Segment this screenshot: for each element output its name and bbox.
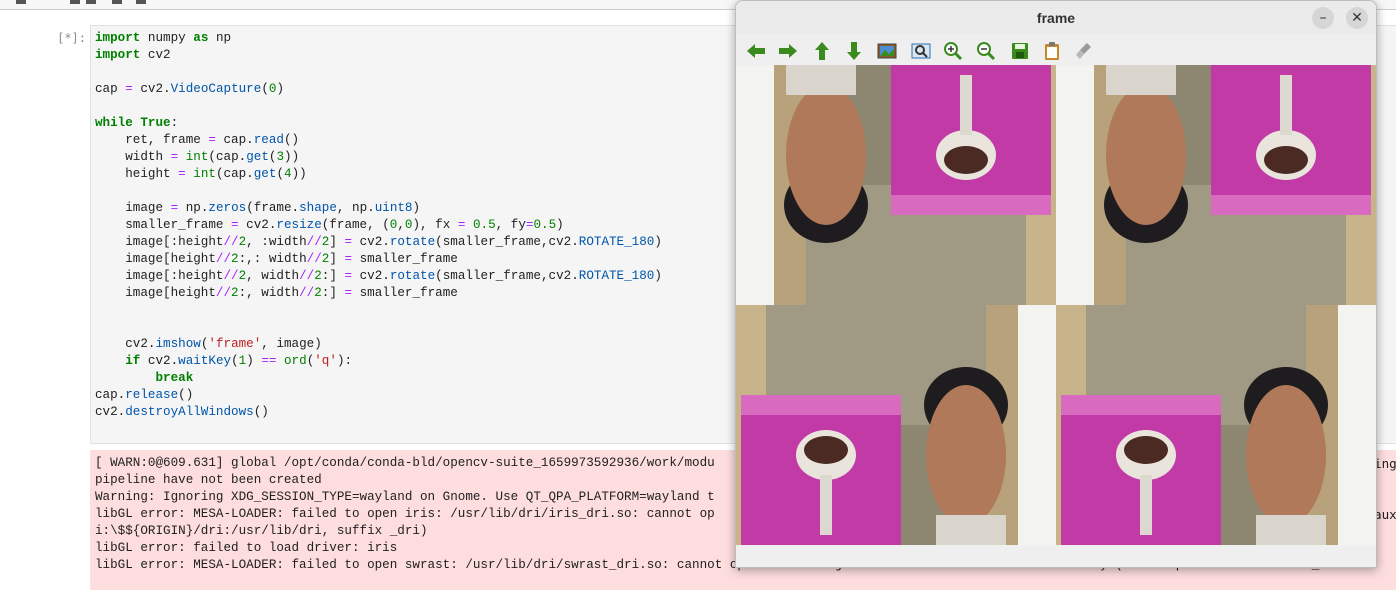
output-line: libGL error: failed to load driver: iris [95,541,398,555]
window-titlebar[interactable]: frame – ✕ [736,1,1376,35]
toolbar-icon[interactable] [112,0,122,4]
frame-image[interactable] [736,65,1376,545]
frame-quadrant-bottom-left [736,305,1056,545]
webcam-frame [1056,305,1376,545]
output-line: [ WARN:0@609.631] global /opt/conda/cond… [95,456,715,470]
window-toolbar [736,35,1376,65]
code-line: if cv2.waitKey(1) == ord('q'): [125,354,353,368]
frame-quadrant-top-left [736,65,1056,305]
cell-prompt: [*]: [57,31,86,45]
code-line: smaller_frame = cv2.resize(frame, (0,0),… [95,218,564,232]
zoom-out-icon[interactable] [975,41,997,61]
code-line: image[:height//2, width//2:] = cv2.rotat… [95,269,662,283]
output-overflow-text: aux [1374,507,1396,522]
output-line: i:\$${ORIGIN}/dri:/usr/lib/dri, suffix _… [95,524,428,538]
code-line: width = int(cap.get(3)) [95,150,300,164]
zoom-fit-icon[interactable] [910,41,932,61]
code-line: height = int(cap.get(4)) [95,167,307,181]
code-line: image = np.zeros(frame.shape, np.uint8) [95,201,421,215]
zoom-in-icon[interactable] [942,41,964,61]
webcam-frame [736,305,1056,545]
output-line: Warning: Ignoring XDG_SESSION_TYPE=wayla… [95,490,715,504]
code-line: ret, frame = cap.read() [95,133,300,147]
code-line: while True: [95,116,179,130]
code-line: break [155,371,194,385]
frame-quadrant-top-right [1056,65,1376,305]
code-line: import numpy as np [95,31,232,45]
code-line: image[height//2:,: width//2] = smaller_f… [95,252,458,266]
pan-up-icon[interactable] [811,41,833,61]
code-line: import cv2 [95,48,171,62]
pan-down-icon[interactable] [843,41,865,61]
frame-quadrant-bottom-right [1056,305,1376,545]
output-overflow-text: ing [1374,456,1396,471]
pan-left-icon[interactable] [745,41,767,61]
code-editor[interactable]: import numpy as np import cv2 cap = cv2.… [95,30,662,421]
code-line: cv2.destroyAllWindows() [95,405,269,419]
minimize-button[interactable]: – [1312,7,1334,29]
toolbar-icon[interactable] [86,0,96,4]
toolbar-icon[interactable] [136,0,146,4]
code-line: cap = cv2.VideoCapture(0) [95,82,284,96]
webcam-frame-rotated [736,65,1056,305]
code-line: image[height//2:, width//2:] = smaller_f… [95,286,458,300]
webcam-frame-rotated [1056,65,1376,305]
zoom-image-icon[interactable] [876,41,898,61]
opencv-window[interactable]: frame – ✕ [735,0,1377,568]
toolbar-icon[interactable] [70,0,80,4]
toolbar-icon[interactable] [16,0,26,4]
code-line: image[:height//2, :width//2] = cv2.rotat… [95,235,662,249]
close-button[interactable]: ✕ [1346,7,1368,29]
pan-right-icon[interactable] [777,41,799,61]
code-line: cv2.imshow('frame', image) [95,337,322,351]
code-line: cap.release() [95,388,194,402]
window-title: frame [1036,10,1076,26]
output-line: pipeline have not been created [95,473,322,487]
output-line: libGL error: MESA-LOADER: failed to open… [95,507,715,521]
save-icon[interactable] [1009,41,1031,61]
clear-icon[interactable] [1074,41,1096,61]
properties-icon[interactable] [1041,41,1063,61]
